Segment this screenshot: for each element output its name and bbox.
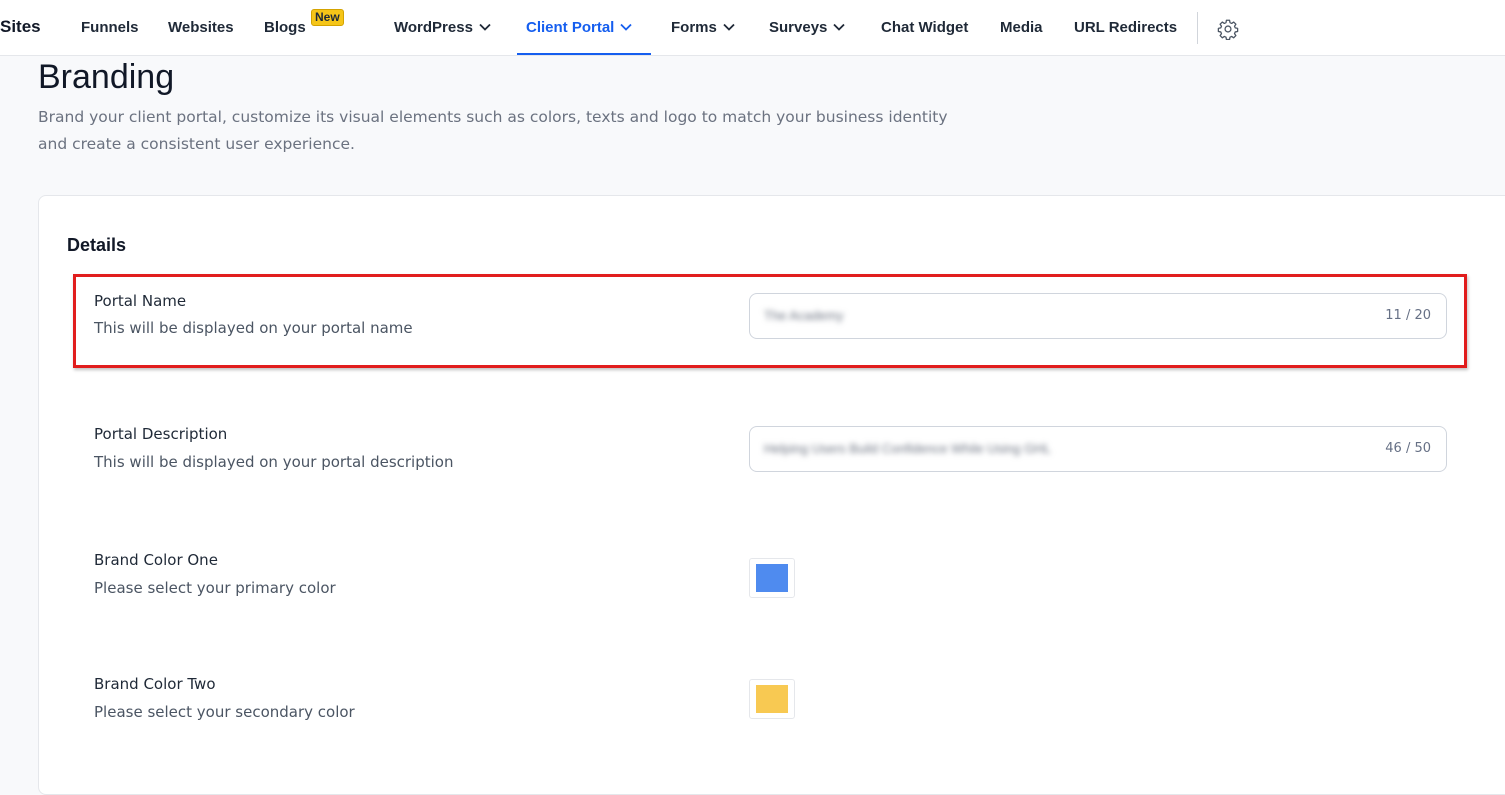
nav-item-label: Media — [1000, 19, 1043, 36]
nav-item-forms[interactable]: Forms — [671, 19, 735, 36]
brand-color-two-swatch — [756, 685, 788, 713]
nav-item-surveys[interactable]: Surveys — [769, 19, 846, 36]
brand-color-two-picker[interactable] — [749, 679, 795, 719]
top-navigation: Sites Funnels Websites Blogs New WordPre… — [0, 0, 1505, 56]
nav-item-label: Funnels — [81, 19, 139, 36]
gear-icon[interactable] — [1217, 18, 1239, 40]
nav-item-label: Forms — [671, 19, 717, 36]
nav-item-label: Blogs — [264, 19, 306, 36]
brand-color-one-swatch — [756, 564, 788, 592]
portal-description-label: Portal Description — [94, 425, 228, 443]
chevron-down-icon — [479, 23, 491, 31]
portal-name-value: The Academy — [764, 308, 844, 323]
portal-name-label: Portal Name — [94, 292, 187, 310]
nav-item-label: Surveys — [769, 19, 828, 36]
brand-color-two-label: Brand Color Two — [94, 675, 216, 693]
section-title: Sites — [0, 17, 41, 36]
portal-description-value: Helping Users Build Confidence While Usi… — [764, 441, 1051, 456]
brand-color-one-label: Brand Color One — [94, 551, 218, 569]
portal-description-char-count: 46 / 50 — [1385, 441, 1431, 456]
nav-item-label: WordPress — [394, 19, 473, 36]
nav-item-media[interactable]: Media — [1000, 19, 1043, 36]
new-badge: New — [311, 9, 344, 26]
chevron-down-icon — [723, 23, 735, 31]
portal-name-help: This will be displayed on your portal na… — [94, 319, 413, 337]
portal-description-input[interactable]: Helping Users Build Confidence While Usi… — [749, 426, 1447, 472]
nav-item-websites[interactable]: Websites — [168, 19, 234, 36]
chevron-down-icon — [833, 23, 846, 31]
nav-item-label: URL Redirects — [1074, 19, 1178, 36]
nav-item-chat-widget[interactable]: Chat Widget — [881, 19, 968, 36]
portal-description-help: This will be displayed on your portal de… — [94, 453, 454, 471]
nav-item-blogs[interactable]: Blogs — [264, 19, 306, 36]
chevron-down-icon — [620, 23, 632, 31]
card-title: Details — [67, 235, 127, 255]
nav-item-client-portal[interactable]: Client Portal — [526, 19, 632, 36]
portal-name-char-count: 11 / 20 — [1385, 308, 1431, 323]
brand-color-two-help: Please select your secondary color — [94, 703, 355, 721]
brand-color-one-picker[interactable] — [749, 558, 795, 598]
nav-item-label: Chat Widget — [881, 19, 969, 36]
nav-item-wordpress[interactable]: WordPress — [394, 19, 491, 36]
nav-item-label: Client Portal — [526, 19, 615, 36]
portal-name-input[interactable]: The Academy 11 / 20 — [749, 293, 1447, 339]
active-tab-indicator — [517, 53, 651, 55]
page-title: Branding — [38, 58, 175, 96]
nav-item-funnels[interactable]: Funnels — [81, 19, 139, 36]
nav-item-url-redirects[interactable]: URL Redirects — [1074, 19, 1177, 36]
nav-item-label: Websites — [168, 19, 234, 36]
page-subtitle: Brand your client portal, customize its … — [38, 108, 948, 153]
brand-color-one-help: Please select your primary color — [94, 579, 336, 597]
nav-divider — [1197, 12, 1198, 44]
